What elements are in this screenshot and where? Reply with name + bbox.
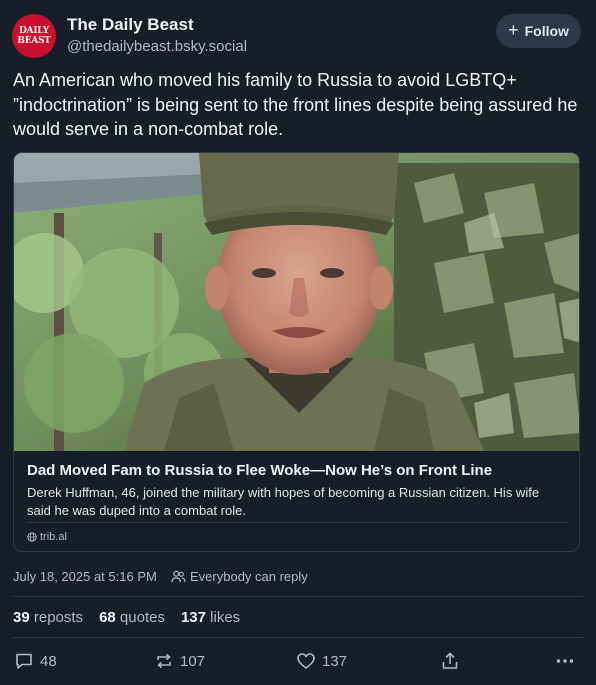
post-text: An American who moved his family to Russ… bbox=[13, 70, 578, 139]
follow-button-label: Follow bbox=[524, 23, 569, 39]
post-timestamp: July 18, 2025 at 5:16 PM bbox=[13, 569, 157, 584]
link-card-image bbox=[14, 153, 579, 451]
people-icon bbox=[171, 570, 186, 583]
link-card[interactable]: Dad Moved Fam to Russia to Flee Woke—Now… bbox=[13, 152, 580, 552]
link-card-domain-text: trib.al bbox=[40, 531, 67, 543]
engagement-stats: 39 reposts 68 quotes 137 likes bbox=[13, 609, 240, 626]
repost-button[interactable]: 107 bbox=[154, 651, 205, 671]
heart-icon bbox=[296, 651, 316, 671]
plus-icon: + bbox=[508, 20, 519, 40]
author-name[interactable]: The Daily Beast bbox=[67, 15, 194, 35]
quotes-count: 68 bbox=[99, 609, 116, 626]
likes-label: likes bbox=[210, 609, 241, 626]
link-card-divider bbox=[27, 522, 568, 523]
reposts-count: 39 bbox=[13, 609, 30, 626]
globe-icon bbox=[27, 532, 37, 542]
reposts-label: reposts bbox=[33, 609, 84, 626]
avatar-logo-text: DAILY BEAST bbox=[17, 26, 51, 46]
repost-count: 107 bbox=[180, 652, 206, 670]
like-count: 137 bbox=[322, 652, 348, 670]
reply-setting[interactable]: Everybody can reply bbox=[171, 569, 308, 584]
follow-button[interactable]: + Follow bbox=[496, 14, 581, 48]
reply-setting-label: Everybody can reply bbox=[190, 569, 308, 584]
divider bbox=[13, 596, 583, 597]
author-handle[interactable]: @thedailybeast.bsky.social bbox=[67, 38, 247, 55]
more-options-icon bbox=[555, 651, 575, 671]
link-card-description: Derek Huffman, 46, joined the military w… bbox=[27, 485, 540, 518]
likes-count: 137 bbox=[180, 609, 206, 626]
like-button[interactable]: 137 bbox=[296, 651, 347, 671]
likes-stat[interactable]: 137 likes bbox=[181, 609, 240, 626]
post-thread-view: DAILY BEAST The Daily Beast @thedailybea… bbox=[0, 0, 596, 685]
more-options-button[interactable] bbox=[555, 651, 575, 671]
reply-icon bbox=[14, 651, 34, 671]
link-card-title: Dad Moved Fam to Russia to Flee Woke—Now… bbox=[27, 462, 493, 479]
divider bbox=[13, 637, 583, 638]
share-icon bbox=[440, 651, 460, 671]
reposts-stat[interactable]: 39 reposts bbox=[13, 609, 83, 626]
reply-count: 48 bbox=[40, 652, 57, 670]
quotes-stat[interactable]: 68 quotes bbox=[99, 609, 165, 626]
repost-icon bbox=[154, 651, 174, 671]
quotes-label: quotes bbox=[119, 609, 165, 626]
share-button[interactable] bbox=[440, 651, 460, 671]
link-card-domain: trib.al bbox=[27, 531, 67, 543]
avatar[interactable]: DAILY BEAST bbox=[12, 14, 56, 58]
reply-button[interactable]: 48 bbox=[14, 651, 57, 671]
